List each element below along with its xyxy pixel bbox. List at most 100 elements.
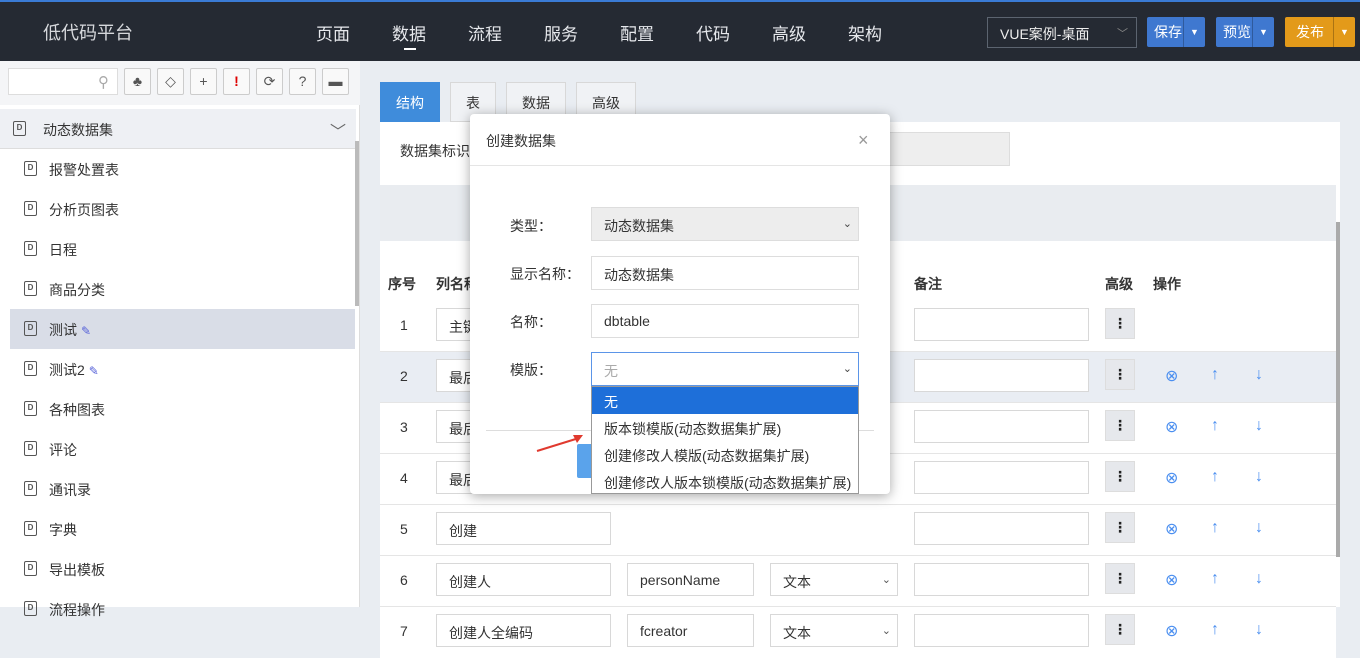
chevron-down-icon[interactable]: ﹀ xyxy=(330,118,346,142)
table-row[interactable]: 7 创建人全编码 fcreator 文本 ⌄ ⋮ ⊗ ↑ ↓ xyxy=(380,607,1336,658)
more-icon[interactable]: ⋮ xyxy=(1105,461,1135,492)
edit-icon[interactable]: ✎ xyxy=(89,364,99,378)
tree-item[interactable]: D 测试2 ✎ xyxy=(10,349,355,389)
caret-down-icon[interactable]: ▼ xyxy=(1333,17,1355,47)
more-icon[interactable]: ⋮ xyxy=(1105,614,1135,645)
tree-item[interactable]: D 日程 xyxy=(10,229,355,269)
move-up-icon[interactable]: ↑ xyxy=(1211,417,1219,435)
template-select[interactable]: 无 ⌄ xyxy=(591,352,859,386)
refresh-icon[interactable]: ⟳ xyxy=(256,68,283,95)
colname-input[interactable]: 创建 xyxy=(436,512,611,545)
colname-input[interactable]: 创建人全编码 xyxy=(436,614,611,647)
chat-icon[interactable]: ▬ xyxy=(322,68,349,95)
tree-item[interactable]: D 分析页图表 xyxy=(10,189,355,229)
nav-item-code[interactable]: 代码 xyxy=(696,20,730,45)
more-icon[interactable]: ⋮ xyxy=(1105,359,1135,390)
add-icon[interactable]: + xyxy=(190,68,217,95)
move-up-icon[interactable]: ↑ xyxy=(1211,519,1219,537)
template-option[interactable]: 创建修改人版本锁模版(动态数据集扩展) xyxy=(592,468,858,495)
help-icon[interactable]: ? xyxy=(289,68,316,95)
close-icon[interactable]: × xyxy=(858,130,869,151)
note-input[interactable] xyxy=(914,563,1089,596)
caret-down-icon[interactable]: ▼ xyxy=(1252,17,1274,47)
tree-item-label: 商品分类 xyxy=(49,282,105,298)
nav-item-data[interactable]: 数据 xyxy=(392,20,426,50)
alert-icon[interactable]: ! xyxy=(223,68,250,95)
row-index: 6 xyxy=(400,572,408,588)
dataset-id-label: 数据集标识 xyxy=(400,143,470,159)
save-button[interactable]: 保存 ▼ xyxy=(1147,17,1205,47)
tree-item[interactable]: D 报警处置表 xyxy=(10,149,355,189)
tree-icon[interactable]: ♣ xyxy=(124,68,151,95)
move-down-icon[interactable]: ↓ xyxy=(1255,519,1263,537)
delete-icon[interactable]: ⊗ xyxy=(1165,417,1178,437)
dataset-icon: D xyxy=(24,241,37,256)
move-up-icon[interactable]: ↑ xyxy=(1211,570,1219,588)
note-input[interactable] xyxy=(914,359,1089,392)
display-name-input[interactable]: 动态数据集 xyxy=(591,256,859,290)
field-input[interactable]: fcreator xyxy=(627,614,754,647)
template-option[interactable]: 版本锁模版(动态数据集扩展) xyxy=(592,414,858,441)
delete-icon[interactable]: ⊗ xyxy=(1165,621,1178,641)
note-input[interactable] xyxy=(914,308,1089,341)
move-up-icon[interactable]: ↑ xyxy=(1211,366,1219,384)
delete-icon[interactable]: ⊗ xyxy=(1165,519,1178,539)
colname-input[interactable]: 创建人 xyxy=(436,563,611,596)
tree-item[interactable]: D 评论 xyxy=(10,429,355,469)
note-input[interactable] xyxy=(914,614,1089,647)
tag-icon[interactable]: ◇ xyxy=(157,68,184,95)
tree-item[interactable]: D 字典 xyxy=(10,509,355,549)
sidebar-scrollbar[interactable] xyxy=(355,141,359,306)
move-up-icon[interactable]: ↑ xyxy=(1211,621,1219,639)
tree-item[interactable]: D 流程操作 xyxy=(10,589,355,629)
edit-icon[interactable]: ✎ xyxy=(81,324,91,338)
tree-item[interactable]: D 导出模板 xyxy=(10,549,355,589)
move-down-icon[interactable]: ↓ xyxy=(1255,417,1263,435)
nav-item-advanced[interactable]: 高级 xyxy=(772,20,806,45)
type-select[interactable]: 文本 ⌄ xyxy=(770,614,898,647)
table-row[interactable]: 6 创建人 personName 文本 ⌄ ⋮ ⊗ ↑ ↓ xyxy=(380,556,1336,607)
nav-item-config[interactable]: 配置 xyxy=(620,20,654,45)
name-input[interactable]: dbtable xyxy=(591,304,859,338)
nav-item-service[interactable]: 服务 xyxy=(544,20,578,45)
more-icon[interactable]: ⋮ xyxy=(1105,563,1135,594)
type-select[interactable]: 动态数据集 ⌄ xyxy=(591,207,859,241)
caret-down-icon[interactable]: ▼ xyxy=(1183,17,1205,47)
nav-item-architecture[interactable]: 架构 xyxy=(848,20,882,45)
more-icon[interactable]: ⋮ xyxy=(1105,308,1135,339)
template-option[interactable]: 无 xyxy=(592,387,858,414)
nav-item-flow[interactable]: 流程 xyxy=(468,20,502,45)
dataset-id-input[interactable] xyxy=(875,132,1010,166)
move-up-icon[interactable]: ↑ xyxy=(1211,468,1219,486)
type-select[interactable]: 文本 ⌄ xyxy=(770,563,898,596)
delete-icon[interactable]: ⊗ xyxy=(1165,366,1178,386)
nav-item-page[interactable]: 页面 xyxy=(316,20,350,45)
template-option[interactable]: 创建修改人模版(动态数据集扩展) xyxy=(592,441,858,468)
tree-item[interactable]: D 通讯录 xyxy=(10,469,355,509)
preview-button[interactable]: 预览 ▼ xyxy=(1216,17,1274,47)
delete-icon[interactable]: ⊗ xyxy=(1165,468,1178,488)
publish-button[interactable]: 发布 ▼ xyxy=(1285,17,1355,47)
search-input[interactable]: ⚲ xyxy=(8,68,118,95)
move-down-icon[interactable]: ↓ xyxy=(1255,621,1263,639)
dataset-icon: D xyxy=(24,521,37,536)
note-input[interactable] xyxy=(914,410,1089,443)
move-down-icon[interactable]: ↓ xyxy=(1255,570,1263,588)
delete-icon[interactable]: ⊗ xyxy=(1165,570,1178,590)
move-down-icon[interactable]: ↓ xyxy=(1255,366,1263,384)
note-input[interactable] xyxy=(914,512,1089,545)
field-input[interactable]: personName xyxy=(627,563,754,596)
tree-group-header[interactable]: D 动态数据集 ﹀ xyxy=(0,109,356,149)
tree-item[interactable]: D 商品分类 xyxy=(10,269,355,309)
tree-item-selected[interactable]: D 测试 ✎ xyxy=(10,309,355,349)
content-scrollbar[interactable] xyxy=(1336,222,1340,557)
table-row[interactable]: 5 创建 ⋮ ⊗ ↑ ↓ xyxy=(380,505,1336,556)
note-input[interactable] xyxy=(914,461,1089,494)
tab-structure[interactable]: 结构 xyxy=(380,82,440,122)
more-icon[interactable]: ⋮ xyxy=(1105,512,1135,543)
tree-item[interactable]: D 各种图表 xyxy=(10,389,355,429)
more-icon[interactable]: ⋮ xyxy=(1105,410,1135,441)
project-select[interactable]: VUE案例-桌面 ﹀ xyxy=(987,17,1137,48)
move-down-icon[interactable]: ↓ xyxy=(1255,468,1263,486)
tree-item-label: 通讯录 xyxy=(49,482,91,498)
